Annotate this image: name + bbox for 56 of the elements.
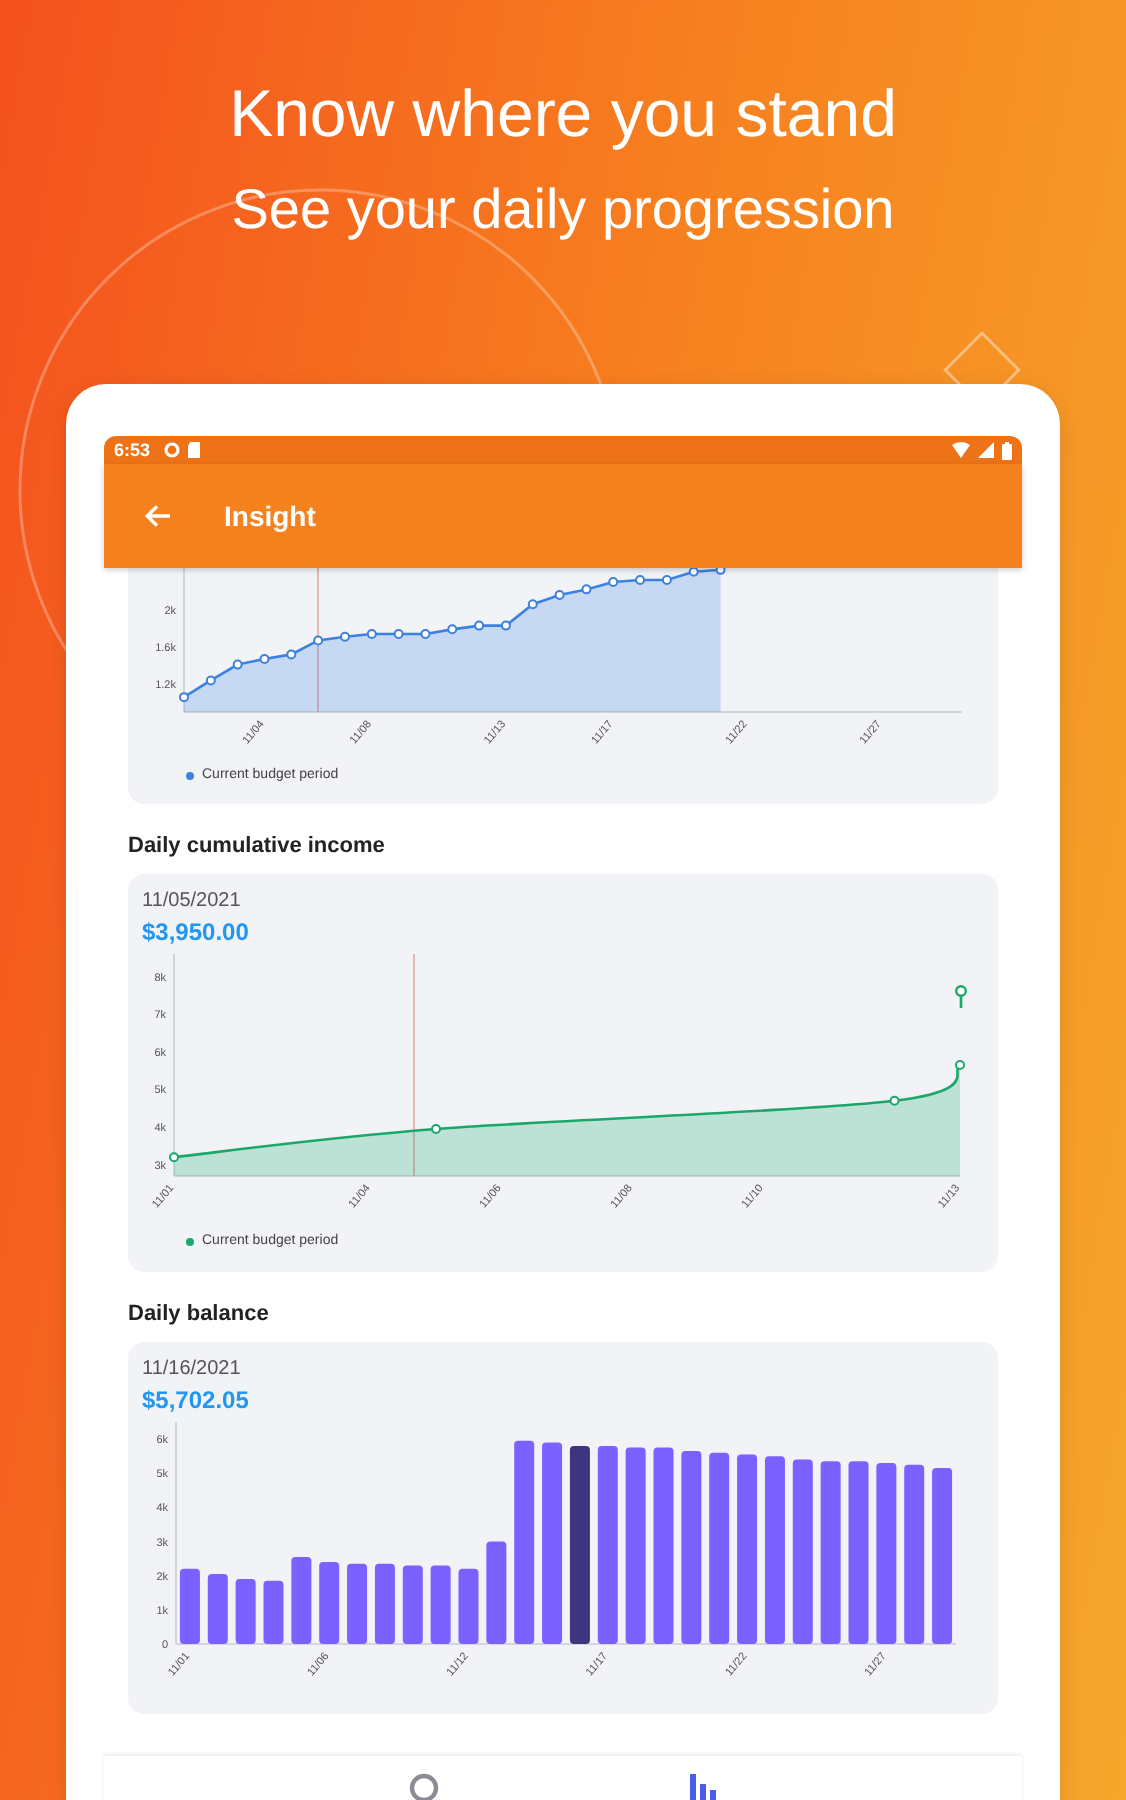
data-point bbox=[169, 1152, 179, 1163]
data-point bbox=[500, 620, 511, 631]
data-point bbox=[688, 568, 699, 577]
back-arrow-icon[interactable] bbox=[144, 504, 172, 528]
bar bbox=[486, 1541, 507, 1644]
pin-marker bbox=[953, 983, 967, 1007]
app-bar-title: Insight bbox=[224, 500, 316, 532]
data-point bbox=[232, 659, 243, 670]
data-point bbox=[581, 584, 592, 595]
selected-date: 11/05/2021 bbox=[142, 890, 243, 912]
data-point bbox=[366, 628, 377, 639]
wifi-icon bbox=[952, 442, 970, 458]
data-point bbox=[339, 631, 350, 642]
data-point bbox=[474, 620, 485, 631]
donut-chart-icon[interactable] bbox=[407, 1772, 440, 1800]
data-point bbox=[661, 575, 672, 586]
selected-date: 11/16/2021 bbox=[142, 1358, 243, 1380]
bar bbox=[235, 1579, 256, 1644]
section-title: Daily cumulative income bbox=[128, 834, 387, 858]
bar bbox=[207, 1574, 228, 1644]
signal-icon bbox=[978, 442, 994, 458]
bar bbox=[319, 1562, 340, 1644]
data-point bbox=[259, 654, 270, 665]
section-title: Daily balance bbox=[128, 1302, 271, 1326]
data-point bbox=[179, 692, 189, 703]
bar bbox=[458, 1568, 479, 1644]
selected-value: $3,950.00 bbox=[142, 918, 251, 946]
bar bbox=[430, 1565, 451, 1644]
bar bbox=[179, 1568, 200, 1644]
data-point bbox=[527, 599, 538, 610]
bar bbox=[347, 1563, 368, 1644]
bar bbox=[291, 1556, 312, 1644]
data-point bbox=[205, 675, 216, 686]
data-point bbox=[715, 568, 726, 575]
data-point bbox=[431, 1123, 441, 1134]
data-point bbox=[554, 589, 565, 600]
data-point bbox=[313, 635, 324, 646]
bar bbox=[263, 1580, 284, 1644]
data-point bbox=[420, 628, 431, 639]
sd-card-icon bbox=[188, 442, 201, 458]
selected-value: $5,702.05 bbox=[142, 1386, 251, 1414]
data-saver-icon bbox=[164, 442, 181, 458]
data-point bbox=[608, 576, 619, 587]
headline-subtitle: See your daily progression bbox=[231, 176, 895, 244]
battery-icon bbox=[1002, 441, 1012, 459]
data-point bbox=[447, 624, 458, 635]
data-point bbox=[955, 1060, 965, 1070]
data-point bbox=[889, 1095, 900, 1106]
data-point bbox=[393, 628, 404, 639]
status-time: 6:53 bbox=[114, 440, 151, 460]
data-point bbox=[286, 649, 297, 660]
bar bbox=[374, 1563, 395, 1644]
headline-title: Know where you stand bbox=[229, 74, 897, 154]
bar bbox=[402, 1565, 423, 1644]
data-point bbox=[635, 575, 646, 586]
bar-chart-icon[interactable] bbox=[686, 1772, 719, 1800]
